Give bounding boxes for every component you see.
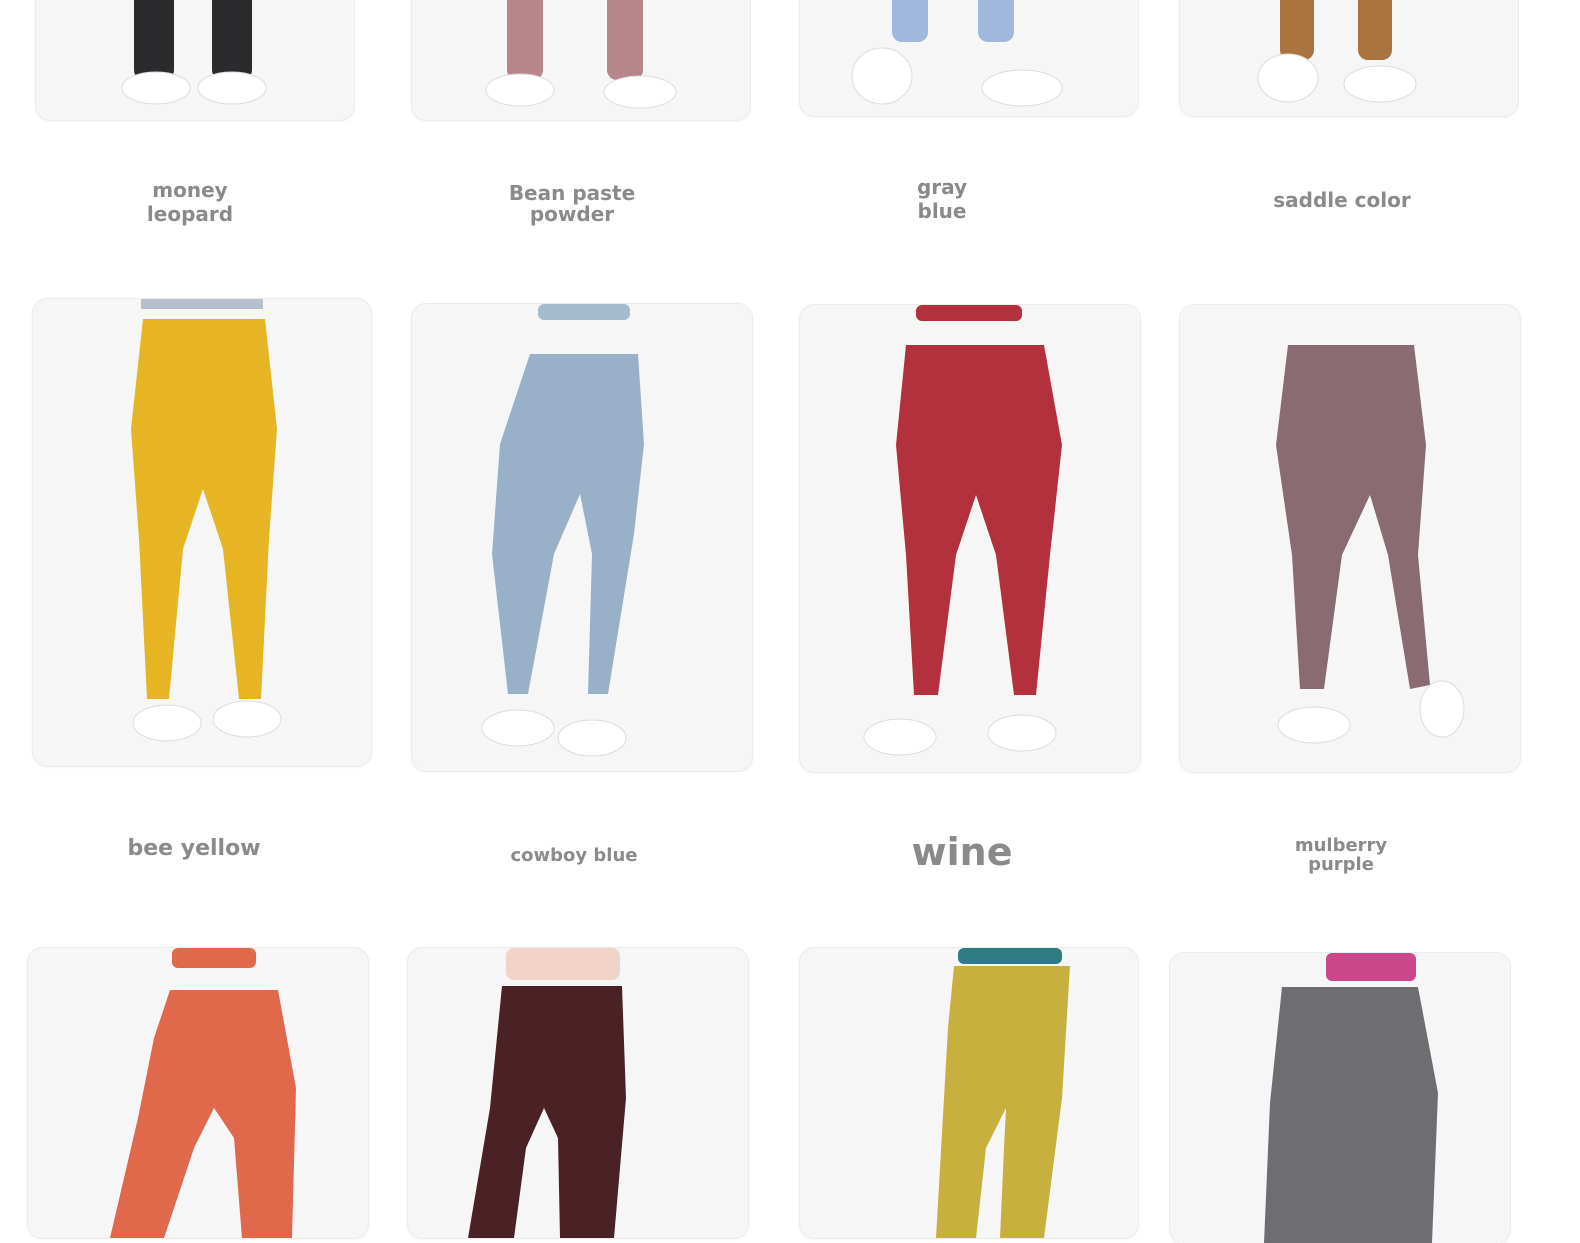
color-label-cowboy-blue: cowboy blue <box>510 845 638 866</box>
product-image-gray[interactable] <box>1170 953 1510 1243</box>
leggings-photo <box>1264 953 1438 1243</box>
color-label-wine: wine <box>911 830 1013 874</box>
product-image-bean-paste-powder[interactable] <box>412 0 750 120</box>
product-image-bee-yellow[interactable] <box>33 299 371 766</box>
leggings-photo <box>468 948 626 1238</box>
product-image-cowboy-blue[interactable] <box>412 304 752 771</box>
color-label-bee-yellow: bee yellow <box>127 836 261 861</box>
leggings-photo <box>851 0 1063 107</box>
product-image-mulberry-purple[interactable] <box>1180 305 1520 772</box>
product-image-saddle-color[interactable] <box>1180 0 1518 116</box>
color-label-mulberry-purple: mulberry purple <box>1294 835 1388 875</box>
product-image-gray-blue[interactable] <box>800 0 1138 116</box>
color-label-bean-paste-powder: Bean paste powder <box>508 181 636 226</box>
leggings-photo <box>485 0 677 109</box>
product-image-money-leopard[interactable] <box>36 0 354 120</box>
leggings-photo <box>1257 0 1417 103</box>
product-image-maroon[interactable] <box>408 948 748 1238</box>
product-image-wine[interactable] <box>800 305 1140 772</box>
leggings-photo <box>110 948 296 1238</box>
leggings-photo <box>481 304 644 757</box>
leggings-photo <box>121 0 267 105</box>
color-label-money-leopard: money leopard <box>146 178 234 226</box>
color-label-saddle-color: saddle color <box>1273 188 1411 212</box>
leggings-photo <box>1276 345 1465 744</box>
product-image-mustard[interactable] <box>800 948 1138 1238</box>
leggings-photo <box>863 305 1062 756</box>
product-image-coral[interactable] <box>28 948 368 1238</box>
leggings-photo <box>131 299 282 742</box>
color-label-gray-blue: gray blue <box>916 175 968 223</box>
leggings-photo <box>936 948 1070 1238</box>
